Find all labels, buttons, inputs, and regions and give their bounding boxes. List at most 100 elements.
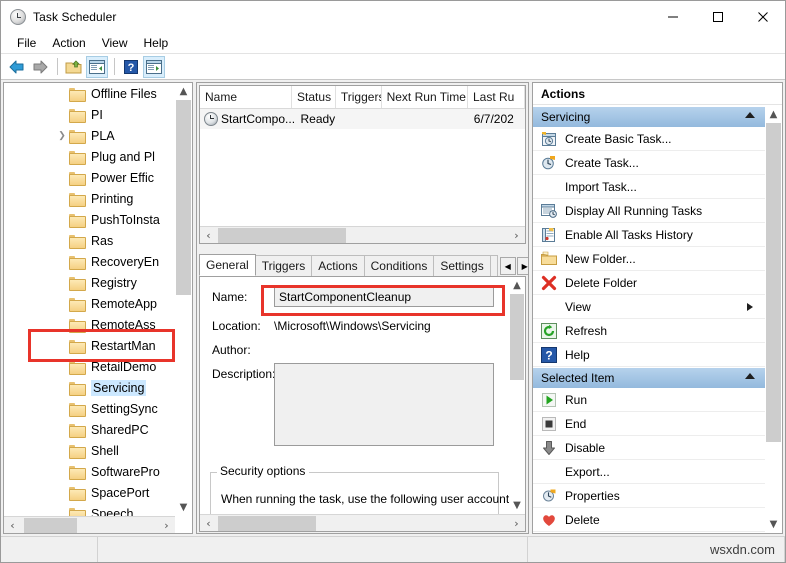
action-view[interactable]: View [533,295,765,319]
tree-item-remoteass[interactable]: RemoteAss [4,314,175,335]
details-vertical-scrollbar[interactable]: ▲ ▼ [509,277,525,514]
tree-item-recoveryen[interactable]: RecoveryEn [4,251,175,272]
forward-button[interactable] [29,56,51,78]
tab-scroll-right-icon[interactable]: ▶ [516,257,528,275]
action-delete-folder[interactable]: Delete Folder [533,271,765,295]
tree-item-label: Servicing [91,379,147,396]
action-enable-all-tasks-history[interactable]: Enable All Tasks History [533,223,765,247]
tree-item-offline-files[interactable]: Offline Files [4,83,175,104]
tree-item-printing[interactable]: Printing [4,188,175,209]
tree-vertical-scrollbar[interactable]: ▲ ▼ [175,83,192,533]
tree-item-sharedpc[interactable]: SharedPC [4,419,175,440]
column-header-last-run[interactable]: Last Ru [468,86,525,108]
tree-hscroll-thumb[interactable] [24,517,77,533]
maximize-icon[interactable] [695,1,740,32]
scroll-left-icon[interactable]: ‹ [4,517,21,534]
action-delete[interactable]: Delete [533,508,765,532]
tree-item-registry[interactable]: Registry [4,272,175,293]
tab-conditions[interactable]: Conditions [363,255,435,276]
actions-group-header-selected-item[interactable]: Selected Item [533,367,765,388]
tree-item-restartman[interactable]: RestartMan [4,335,175,356]
table-row[interactable]: StartCompo... Ready 6/7/202 [200,109,525,129]
scroll-right-icon[interactable]: › [508,515,525,532]
action-new-folder[interactable]: New Folder... [533,247,765,271]
scroll-up-icon[interactable]: ▲ [509,277,525,294]
tab-triggers[interactable]: Triggers [254,255,313,276]
tree-item-servicing[interactable]: Servicing [4,377,175,398]
help-button[interactable]: ? [120,56,142,78]
name-field[interactable]: StartComponentCleanup [274,286,494,307]
scroll-left-icon[interactable]: ‹ [200,515,217,532]
tab-general[interactable]: General [199,254,256,276]
menu-action[interactable]: Action [44,33,93,53]
menu-file[interactable]: File [9,33,44,53]
column-header-status[interactable]: Status [292,86,336,108]
tree-horizontal-scrollbar[interactable]: ‹ › [4,516,175,533]
details-hscroll-thumb[interactable] [218,515,316,531]
show-hide-action-pane-button[interactable] [143,55,165,78]
minimize-icon[interactable] [650,1,695,32]
chevron-up-icon[interactable] [745,373,755,379]
action-properties[interactable]: Properties [533,484,765,508]
action-label: Delete [565,512,600,527]
action-disable[interactable]: Disable [533,436,765,460]
tree-item-plug-and-pl[interactable]: Plug and Pl [4,146,175,167]
scroll-left-icon[interactable]: ‹ [200,227,217,244]
actions-vscroll-thumb[interactable] [766,123,781,442]
column-header-triggers[interactable]: Triggers [336,86,382,108]
tree-item-retaildemo[interactable]: RetailDemo [4,356,175,377]
action-end[interactable]: End [533,412,765,436]
action-create-basic-task[interactable]: Create Basic Task... [533,127,765,151]
tree-item-pi[interactable]: PI [4,104,175,125]
tree-item-pushtoinsta[interactable]: PushToInsta [4,209,175,230]
tree-item-speech[interactable]: Speech [4,503,175,516]
column-header-next-run-time[interactable]: Next Run Time [382,86,468,108]
task-list-view[interactable]: Name Status Triggers Next Run Time Last … [199,85,526,244]
tree-item-remoteapp[interactable]: RemoteApp [4,293,175,314]
chevron-up-icon[interactable] [745,112,755,118]
action-create-task[interactable]: Create Task... [533,151,765,175]
scroll-down-icon[interactable]: ▼ [175,499,192,516]
tree-item-pla[interactable]: ❯ PLA [4,125,175,146]
chevron-right-icon[interactable]: ❯ [56,125,68,146]
back-button[interactable] [6,56,28,78]
menu-view[interactable]: View [94,33,136,53]
tree-list[interactable]: Offline Files PI ❯ PLA Plug and Pl Power Effi… [4,83,175,516]
tab-history[interactable]: H [489,255,498,276]
column-header-name[interactable]: Name [200,86,293,108]
tree-item-spaceport[interactable]: SpacePort [4,482,175,503]
menu-help[interactable]: Help [136,33,177,53]
tab-actions[interactable]: Actions [311,255,365,276]
tree-item-settingsync[interactable]: SettingSync [4,398,175,419]
tree-item-softwarepro[interactable]: SoftwarePro [4,461,175,482]
action-run[interactable]: Run [533,388,765,412]
action-help[interactable]: ? Help [533,343,765,367]
action-export[interactable]: Export... [533,460,765,484]
show-hide-console-tree-button[interactable] [86,55,108,78]
details-vscroll-thumb[interactable] [510,294,524,380]
chevron-right-icon[interactable] [747,303,753,311]
scroll-down-icon[interactable]: ▼ [765,516,782,533]
action-import-task[interactable]: Import Task... [533,175,765,199]
scroll-right-icon[interactable]: › [508,227,525,244]
up-one-level-button[interactable] [63,56,85,78]
tab-settings[interactable]: Settings [433,255,491,276]
scroll-right-icon[interactable]: › [158,517,175,534]
actions-vertical-scrollbar[interactable]: ▲ ▼ [765,106,782,533]
action-display-all-running-tasks[interactable]: Display All Running Tasks [533,199,765,223]
tree-item-power-effic[interactable]: Power Effic [4,167,175,188]
tree-item-ras[interactable]: Ras [4,230,175,251]
tree-item-shell[interactable]: Shell [4,440,175,461]
actions-group-header-servicing[interactable]: Servicing [533,106,765,127]
tree-vscroll-thumb[interactable] [176,100,191,295]
description-field[interactable] [274,363,494,446]
scroll-up-icon[interactable]: ▲ [765,106,782,123]
task-list-hscroll-thumb[interactable] [218,227,346,243]
scroll-up-icon[interactable]: ▲ [175,83,192,100]
task-list-horizontal-scrollbar[interactable]: ‹ › [200,226,525,243]
action-refresh[interactable]: Refresh [533,319,765,343]
scroll-down-icon[interactable]: ▼ [509,497,525,514]
close-icon[interactable] [740,1,785,32]
details-horizontal-scrollbar[interactable]: ‹ › [200,514,525,531]
tab-scroll-left-icon[interactable]: ◀ [499,257,516,275]
